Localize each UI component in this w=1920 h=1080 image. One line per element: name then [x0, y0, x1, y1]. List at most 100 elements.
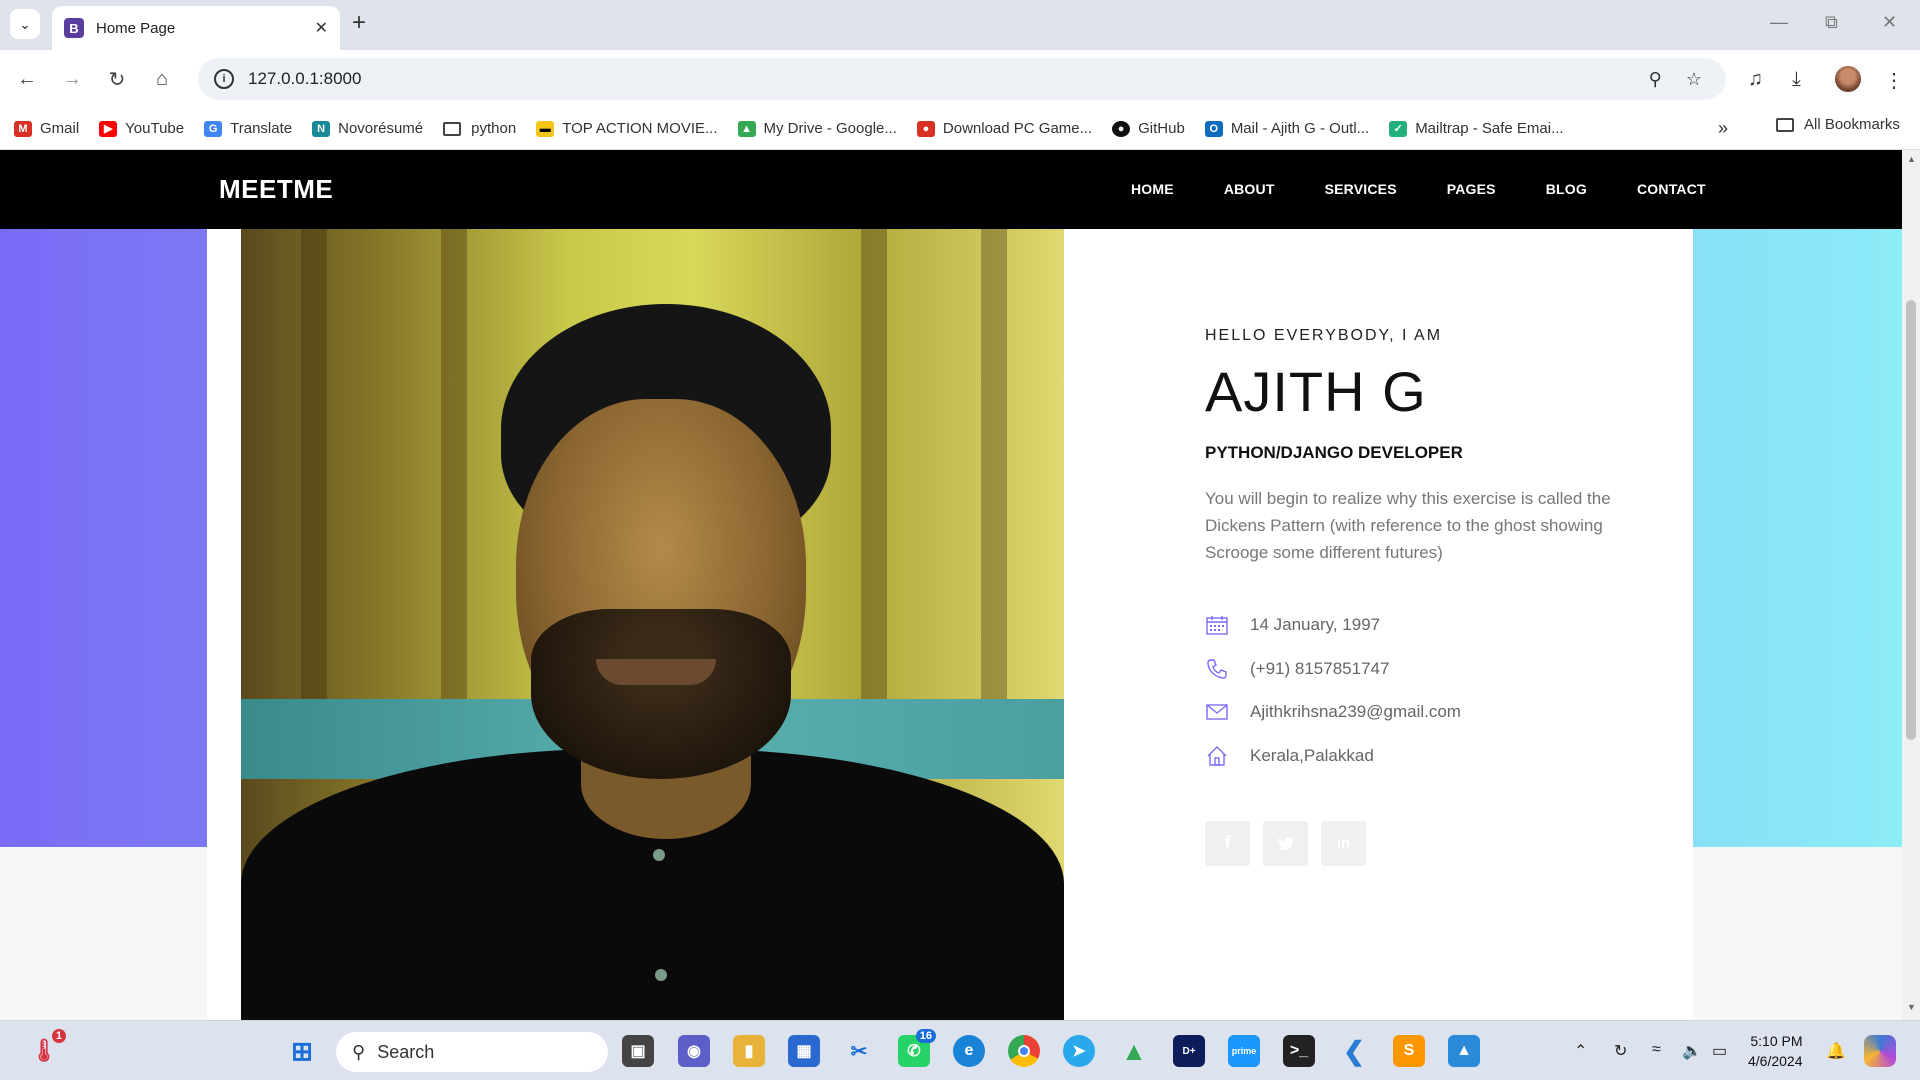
profile-info: HELLO EVERYBODY, I AM AJITH G PYTHON/DJA… [1205, 229, 1675, 1020]
nav-services[interactable]: SERVICES [1325, 181, 1397, 197]
wifi-icon[interactable]: ≈ [1652, 1041, 1661, 1059]
back-icon[interactable]: ← [12, 64, 42, 94]
menu-kebab-icon[interactable]: ⋮ [1884, 68, 1904, 93]
task-view-icon[interactable]: ▣ [622, 1035, 654, 1067]
page-scrollbar[interactable]: ▲ ▼ [1902, 150, 1920, 1020]
profile-photo [241, 229, 1064, 1020]
sublime-text-icon[interactable]: S [1393, 1035, 1425, 1067]
edge-icon[interactable]: e [953, 1035, 985, 1067]
bookmark-label: Download PC Game... [942, 120, 1093, 137]
whatsapp-icon[interactable]: ✆ 16 [898, 1029, 936, 1067]
media-control-icon[interactable]: ♫ [1748, 68, 1763, 91]
battery-icon[interactable]: ▭ [1712, 1041, 1727, 1061]
forward-icon[interactable]: → [57, 64, 87, 94]
snipping-tool-icon[interactable]: ✂ [843, 1035, 875, 1067]
bookmark-imdb[interactable]: ▬ TOP ACTION MOVIE... [536, 120, 718, 137]
tab-search-button[interactable]: ⌄ [10, 9, 40, 39]
profile-avatar[interactable] [1835, 66, 1861, 92]
window-close-icon[interactable]: ✕ [1882, 12, 1897, 33]
bookmark-label: YouTube [125, 120, 185, 137]
novoresume-icon: N [312, 120, 331, 137]
page-viewport: HELLO EVERYBODY, I AM AJITH G PYTHON/DJA… [0, 150, 1920, 1020]
zoom-icon[interactable]: ⚲ [1649, 69, 1662, 90]
folder-icon [443, 121, 462, 136]
tray-overflow-icon[interactable]: ⌃ [1574, 1041, 1587, 1061]
detail-birthdate: 14 January, 1997 [1205, 613, 1380, 637]
linkedin-icon[interactable]: in [1321, 821, 1366, 866]
taskbar-clock[interactable]: 5:10 PM 4/6/2024 [1748, 1031, 1803, 1071]
address-bar[interactable]: i 127.0.0.1:8000 ⚲ ☆ [198, 58, 1726, 100]
bookmark-youtube[interactable]: ▶ YouTube [99, 120, 184, 137]
bookmark-label: My Drive - Google... [763, 120, 897, 137]
scroll-down-icon[interactable]: ▼ [1907, 1002, 1916, 1012]
twitter-icon[interactable] [1263, 821, 1308, 866]
tab-home-page[interactable]: B Home Page ✕ [52, 6, 340, 50]
notification-bell-icon[interactable]: 🔔 [1826, 1041, 1846, 1061]
nav-contact[interactable]: CONTACT [1637, 181, 1706, 197]
google-drive-icon[interactable]: ▲ [1118, 1035, 1150, 1067]
home-button-icon[interactable]: ⌂ [147, 64, 177, 94]
bookmark-pc-games[interactable]: ● Download PC Game... [916, 120, 1093, 137]
detail-phone: (+91) 8157851747 [1205, 657, 1389, 681]
bookmark-python-folder[interactable]: python [443, 120, 516, 137]
site-info-icon[interactable]: i [214, 69, 234, 89]
social-links: f in [1205, 821, 1379, 866]
windows-start-icon[interactable]: ⊞ [286, 1035, 318, 1067]
weather-thermometer-icon[interactable]: 🌡 1 [28, 1029, 66, 1067]
telegram-icon[interactable]: ➤ [1063, 1035, 1095, 1067]
teams-chat-icon[interactable]: ◉ [678, 1035, 710, 1067]
taskbar-search-label: Search [377, 1041, 435, 1062]
nav-about[interactable]: ABOUT [1224, 181, 1275, 197]
detail-text: Kerala,Palakkad [1250, 746, 1374, 765]
vscode-icon[interactable]: ❮ [1338, 1035, 1370, 1067]
nav-blog[interactable]: BLOG [1546, 181, 1587, 197]
volume-icon[interactable]: 🔈 [1682, 1041, 1702, 1061]
bookmarks-overflow-icon[interactable]: » [1718, 118, 1728, 139]
scroll-up-icon[interactable]: ▲ [1907, 154, 1916, 164]
nav-pages[interactable]: PAGES [1447, 181, 1496, 197]
url-text[interactable]: 127.0.0.1:8000 [248, 69, 1649, 89]
disney-plus-icon[interactable]: D+ [1173, 1035, 1205, 1067]
site-brand-logo[interactable]: MEETME [219, 174, 333, 205]
phone-icon [1205, 657, 1229, 681]
bookmark-label: Gmail [40, 120, 80, 137]
home-icon [1205, 744, 1229, 768]
bookmark-mailtrap[interactable]: ✓ Mailtrap - Safe Emai... [1389, 120, 1564, 137]
bookmark-label: GitHub [1138, 120, 1185, 137]
minimize-icon[interactable]: — [1770, 12, 1788, 33]
chrome-icon[interactable] [1008, 1035, 1040, 1067]
clock-time: 5:10 PM [1750, 1033, 1803, 1049]
detail-address: Kerala,Palakkad [1205, 744, 1374, 768]
bookmark-github[interactable]: ● GitHub [1112, 120, 1185, 137]
taskbar-search[interactable]: ⚲ Search [336, 1032, 608, 1072]
reload-icon[interactable]: ↻ [102, 64, 132, 94]
facebook-icon[interactable]: f [1205, 821, 1250, 866]
bookmark-novoresume[interactable]: N Novorésumé [312, 120, 423, 137]
new-tab-button[interactable]: + [352, 10, 366, 36]
all-bookmarks-button[interactable]: All Bookmarks [1776, 116, 1900, 133]
close-icon[interactable]: ✕ [315, 18, 328, 38]
nav-home[interactable]: HOME [1131, 181, 1174, 197]
bookmark-star-icon[interactable]: ☆ [1686, 69, 1702, 90]
outlook-icon: O [1204, 120, 1223, 137]
restore-icon[interactable]: ⧉ [1825, 12, 1838, 33]
copilot-icon[interactable] [1864, 1035, 1896, 1067]
microsoft-store-icon[interactable]: ▦ [788, 1035, 820, 1067]
sync-icon[interactable]: ↻ [1614, 1041, 1627, 1061]
bookmark-translate[interactable]: G Translate [204, 120, 292, 137]
terminal-icon[interactable]: >_ [1283, 1035, 1315, 1067]
scrollbar-thumb[interactable] [1906, 300, 1916, 740]
mail-icon [1205, 700, 1229, 724]
bookmark-outlook[interactable]: O Mail - Ajith G - Outl... [1204, 120, 1369, 137]
tab-title: Home Page [96, 19, 176, 37]
file-explorer-icon[interactable]: ▮ [733, 1035, 765, 1067]
download-icon[interactable]: ⤓ [1792, 68, 1801, 91]
photos-icon[interactable]: ▲ [1448, 1035, 1480, 1067]
calendar-icon [1205, 613, 1229, 637]
bootstrap-favicon-icon: B [64, 18, 84, 38]
bookmark-gmail[interactable]: M Gmail [14, 120, 79, 137]
bookmark-drive[interactable]: ▲ My Drive - Google... [737, 120, 897, 137]
whatsapp-badge: 16 [915, 1029, 936, 1043]
prime-video-icon[interactable]: prime [1228, 1035, 1260, 1067]
detail-text: Ajithkrihsna239@gmail.com [1250, 702, 1461, 721]
